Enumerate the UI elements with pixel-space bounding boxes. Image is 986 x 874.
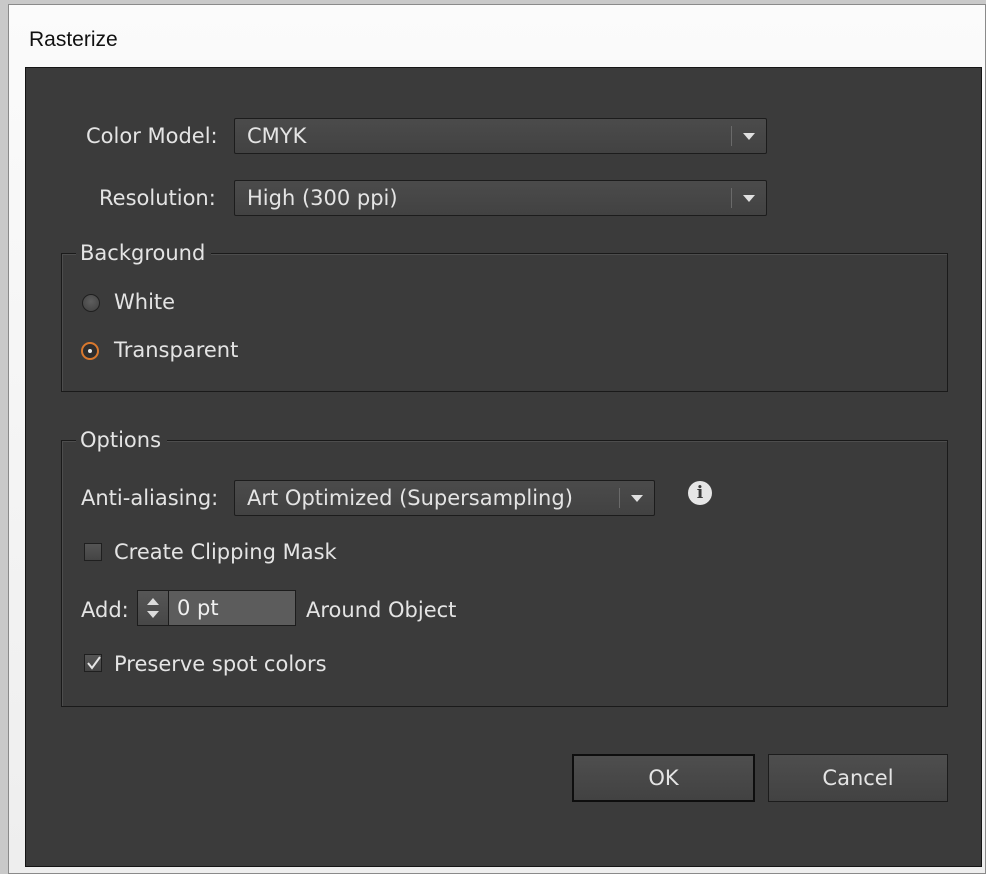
resolution-value: High (300 ppi) xyxy=(247,186,398,210)
transparent-radio[interactable] xyxy=(81,342,99,360)
ok-button[interactable]: OK xyxy=(572,754,755,802)
anti-aliasing-select[interactable]: Art Optimized (Supersampling) xyxy=(234,480,655,516)
add-label: Add: xyxy=(81,598,129,622)
anti-aliasing-label: Anti-aliasing: xyxy=(81,486,219,510)
around-object-label: Around Object xyxy=(306,598,457,622)
spot-colors-label[interactable]: Preserve spot colors xyxy=(114,652,327,676)
resolution-label: Resolution: xyxy=(99,186,216,210)
color-model-select[interactable]: CMYK xyxy=(234,118,767,154)
color-model-label: Color Model: xyxy=(86,124,218,148)
white-radio-label[interactable]: White xyxy=(114,290,175,314)
background-group xyxy=(61,253,948,392)
background-legend: Background xyxy=(76,240,212,266)
clipping-mask-label[interactable]: Create Clipping Mask xyxy=(114,540,337,564)
spot-colors-checkbox[interactable] xyxy=(84,654,102,672)
select-divider xyxy=(619,488,620,508)
stepper-up-icon[interactable] xyxy=(147,598,159,605)
dialog-panel: Color Model: CMYK Resolution: High (300 … xyxy=(25,67,982,867)
select-divider xyxy=(731,126,732,146)
radio-selected-dot xyxy=(88,349,92,353)
white-radio[interactable] xyxy=(82,294,100,312)
chevron-down-icon xyxy=(743,195,755,202)
chevron-down-icon xyxy=(631,495,643,502)
resolution-select[interactable]: High (300 ppi) xyxy=(234,180,767,216)
stepper-down-icon[interactable] xyxy=(147,611,159,618)
checkmark-icon xyxy=(87,656,101,670)
color-model-value: CMYK xyxy=(247,124,307,148)
anti-aliasing-value: Art Optimized (Supersampling) xyxy=(247,486,573,510)
info-icon[interactable]: i xyxy=(688,481,712,505)
options-legend: Options xyxy=(76,427,168,453)
add-amount-input[interactable]: 0 pt xyxy=(168,590,296,626)
add-amount-value: 0 pt xyxy=(177,596,219,620)
add-stepper[interactable] xyxy=(137,590,169,626)
transparent-radio-label[interactable]: Transparent xyxy=(114,338,238,362)
dialog-title: Rasterize xyxy=(29,28,118,51)
select-divider xyxy=(731,188,732,208)
rasterize-dialog: Rasterize Color Model: CMYK Resolution: … xyxy=(8,4,986,874)
chevron-down-icon xyxy=(743,133,755,140)
cancel-button[interactable]: Cancel xyxy=(768,754,948,802)
clipping-mask-checkbox[interactable] xyxy=(84,543,102,561)
